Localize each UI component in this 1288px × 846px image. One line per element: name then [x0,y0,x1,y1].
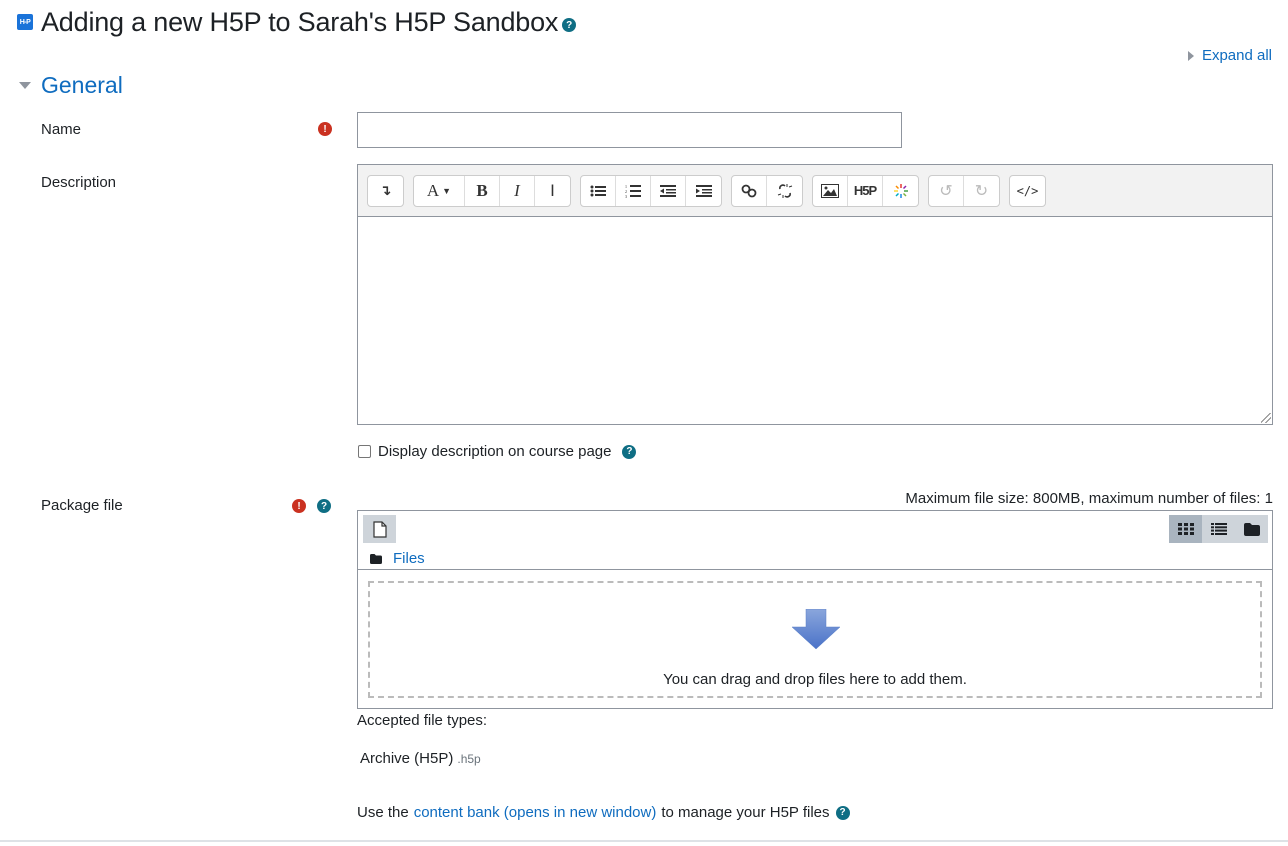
h5p-activity-icon: H-P [17,14,33,30]
section-title: General [41,72,123,98]
toolbar-group-html: </> [1009,174,1046,207]
help-icon[interactable]: ? [317,499,331,513]
toolbar-group-lists: 123 [580,174,722,207]
svg-text:3: 3 [625,194,627,198]
accepted-file-type: Archive (H5P) .h5p [360,750,481,767]
file-picker-path: Files [370,550,425,567]
insert-image-button[interactable] [813,175,848,206]
display-description-label: Display description on course page [378,443,612,460]
page-header: H-P Adding a new H5P to Sarah's H5P Sand… [17,4,577,40]
ordered-list-button[interactable]: 123 [616,175,651,206]
content-bank-prefix: Use the [357,804,409,821]
resize-handle[interactable] [1261,413,1271,423]
display-description-row: Display description on course page ? [357,443,637,460]
file-picker: Files You can drag and drop files here t… [357,510,1273,709]
name-input[interactable] [357,112,902,148]
help-icon[interactable]: ? [622,444,637,459]
content-bank-note: Use the content bank (opens in new windo… [357,804,850,821]
drop-instructions: You can drag and drop files here to add … [663,671,967,688]
tree-view-button[interactable] [1235,515,1268,543]
view-switcher [1169,515,1268,543]
outdent-icon [660,184,676,197]
html-source-button[interactable]: </> [1010,176,1045,206]
name-label: Name [41,121,82,138]
content-bank-suffix: to manage your H5P files [661,804,830,821]
list-icon [1210,523,1227,535]
clear-formatting-button[interactable]: Ⅰ [535,176,570,206]
file-type-name: Archive (H5P) [360,750,454,767]
toolbar-group-media: H5P [812,174,919,207]
description-label: Description [41,174,117,191]
max-file-size-text: Maximum file size: 800MB, maximum number… [905,490,1273,507]
ordered-list-icon: 123 [625,184,641,198]
collapse-toolbar-button[interactable]: ↴ [368,176,403,206]
unlink-button[interactable] [767,176,802,206]
divider [0,840,1288,842]
italic-button[interactable]: I [500,175,535,206]
insert-media-button[interactable] [883,176,918,206]
list-view-button[interactable] [1202,515,1235,543]
description-editor: ↴ A ▼ B I Ⅰ 123 H5P ↺ ↻ </> [357,164,1273,425]
icon-view-button[interactable] [1169,515,1202,543]
caret-right-icon [1187,50,1194,61]
required-icon: ! [318,122,332,136]
link-button[interactable] [732,175,767,206]
display-description-checkbox[interactable] [358,445,371,458]
folder-icon [1243,522,1260,536]
caret-down-icon [19,82,31,89]
content-bank-link[interactable]: content bank (opens in new window) [414,804,657,821]
description-textarea[interactable] [358,217,1272,424]
files-path-link[interactable]: Files [393,550,425,567]
file-dropzone[interactable]: You can drag and drop files here to add … [368,581,1262,698]
accepted-file-types-label: Accepted file types: [357,712,488,729]
toolbar-group-style: A ▼ B I Ⅰ [413,174,571,207]
file-type-extension: .h5p [457,752,481,766]
editor-toolbar: ↴ A ▼ B I Ⅰ 123 H5P ↺ ↻ </> [358,165,1272,217]
help-icon[interactable]: ? [835,805,850,820]
unordered-list-icon [590,185,606,196]
help-icon[interactable]: ? [562,18,577,32]
toolbar-group-collapse: ↴ [367,174,404,207]
link-icon [741,184,757,197]
grid-icon [1177,523,1194,535]
required-icon: ! [292,499,306,513]
indent-button[interactable] [686,176,721,206]
page-title: Adding a new H5P to Sarah's H5P Sandbox [41,6,559,37]
image-icon [821,183,839,198]
unlink-icon [777,183,792,198]
undo-button[interactable]: ↺ [929,175,964,206]
file-icon [372,520,387,538]
add-file-button[interactable] [363,515,396,543]
section-toggle-general[interactable]: General [19,72,123,99]
unordered-list-button[interactable] [581,175,616,206]
toolbar-group-history: ↺ ↻ [928,174,1000,207]
outdent-button[interactable] [651,175,686,206]
folder-icon [370,553,382,564]
redo-button[interactable]: ↻ [964,176,999,206]
expand-all-label: Expand all [1201,47,1272,64]
drop-arrow-icon [791,609,841,650]
insert-h5p-button[interactable]: H5P [848,175,883,206]
bold-button[interactable]: B [465,175,500,206]
package-file-label: Package file [41,497,123,514]
media-icon [893,183,908,198]
font-style-button[interactable]: A ▼ [414,175,465,206]
toolbar-group-links [731,174,803,207]
expand-all-link[interactable]: Expand all [1187,47,1272,64]
file-picker-header: Files [358,511,1272,570]
indent-icon [695,184,712,197]
